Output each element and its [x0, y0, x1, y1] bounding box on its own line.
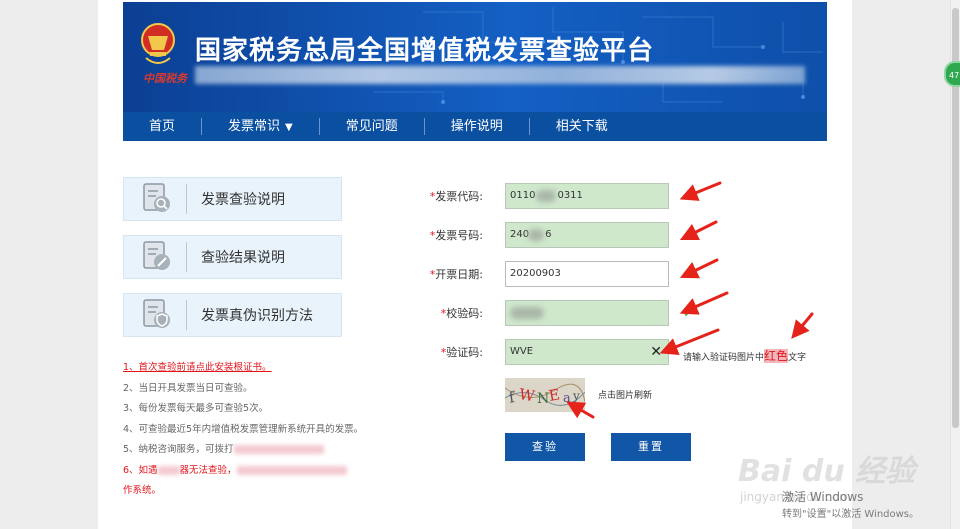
nav-downloads[interactable]: 相关下载 [530, 118, 634, 135]
masked-digits [528, 229, 544, 241]
sidebar-item-verify-guide[interactable]: 发票查验说明 [123, 177, 342, 221]
sidebar-item-label: 发票查验说明 [201, 192, 285, 208]
blurred-text [233, 445, 324, 454]
captcha-label: *验证码: [440, 346, 483, 359]
seal-text: 中国税务 [143, 72, 187, 85]
captcha-row: *验证码: WVE ✕ [420, 338, 669, 366]
svg-text:a: a [563, 391, 571, 406]
svg-text:N: N [537, 391, 549, 407]
captcha-hint: 请输入验证码图片中红色文字 [683, 349, 807, 363]
invoice-code-label: *发票代码: [429, 190, 483, 203]
note-install-cert[interactable]: 1、首次查验前请点此安装根证书。 [123, 358, 423, 379]
check-icon: ✔ [683, 230, 694, 244]
captcha-image[interactable]: f W N E a y [505, 378, 585, 412]
document-search-icon [143, 183, 170, 212]
sidebar-item-authenticity[interactable]: 发票真伪识别方法 [123, 293, 342, 337]
issue-date-row: *开票日期: 20200903 [420, 260, 669, 288]
check-icon: ✔ [683, 306, 694, 320]
sidebar-item-label: 发票真伪识别方法 [201, 308, 313, 324]
submit-verify-button[interactable]: 查验 [505, 433, 585, 461]
masked-digits [536, 190, 556, 202]
invoice-code-row: *发票代码: 0110 0311 [420, 182, 669, 210]
note-item: 6、如遇 器无法查验， [123, 461, 423, 482]
divider [186, 184, 187, 214]
main-nav: 首页 发票常识 ▼ 常见问题 操作说明 相关下载 [123, 112, 827, 141]
nav-invoice-knowledge[interactable]: 发票常识 ▼ [202, 118, 320, 135]
clear-icon[interactable]: ✕ [650, 340, 662, 364]
note-item: 作系统。 [123, 485, 162, 496]
check-code-input[interactable] [505, 300, 669, 326]
refresh-captcha-link[interactable]: 点击图片刷新 [598, 388, 652, 401]
issue-date-input[interactable]: 20200903 [505, 261, 669, 287]
masked-digits [510, 307, 544, 319]
captcha-input[interactable]: WVE ✕ [505, 339, 669, 365]
nav-instructions[interactable]: 操作说明 [425, 118, 530, 135]
reset-button[interactable]: 重置 [611, 433, 691, 461]
check-code-row: *校验码: [420, 299, 669, 327]
windows-activation-title: 激活 Windows [782, 490, 864, 504]
nav-home[interactable]: 首页 [123, 118, 203, 135]
invoice-code-input[interactable]: 0110 0311 [505, 183, 669, 209]
blurred-text [236, 465, 347, 475]
note-item: 3、每份发票每天最多可查验5次。 [123, 403, 269, 414]
invoice-number-row: *发票号码: 240 6 [420, 221, 669, 249]
extension-badge-icon[interactable]: 47 [944, 61, 960, 87]
blurred-text [157, 465, 180, 475]
tax-emblem-icon [141, 23, 175, 64]
note-item: 5、纳税咨询服务，可拨打 [123, 440, 423, 461]
check-icon: ✔ [683, 266, 694, 280]
site-title: 国家税务总局全国增值税发票查验平台 [195, 36, 655, 66]
divider [186, 242, 187, 272]
invoice-number-label: *发票号码: [429, 229, 483, 242]
divider [186, 300, 187, 330]
svg-text:y: y [572, 389, 580, 403]
invoice-number-input[interactable]: 240 6 [505, 222, 669, 248]
note-item: 2、当日开具发票当日可查验。 [123, 382, 253, 394]
document-shield-icon [143, 299, 170, 328]
check-code-label: *校验码: [440, 307, 483, 320]
windows-activation-sub: 转到"设置"以激活 Windows。 [782, 509, 920, 520]
document-edit-icon [143, 241, 170, 270]
blurred-subtitle [195, 66, 805, 84]
note-item: 4、可查验最近5年内增值税发票管理新系统开具的发票。 [123, 423, 364, 435]
sidebar-item-label: 查验结果说明 [201, 250, 285, 266]
site-header-banner: 中国税务 国家税务总局全国增值税发票查验平台 首页 发票常识 ▼ 常见问题 操作说… [123, 2, 827, 141]
issue-date-label: *开票日期: [429, 268, 483, 281]
sidebar-item-result-guide[interactable]: 查验结果说明 [123, 235, 342, 279]
notes-list: 1、首次查验前请点此安装根证书。 2、当日开具发票当日可查验。 3、每份发票每天… [123, 358, 423, 502]
nav-faq[interactable]: 常见问题 [320, 118, 425, 135]
chevron-down-icon: ▼ [285, 122, 293, 133]
